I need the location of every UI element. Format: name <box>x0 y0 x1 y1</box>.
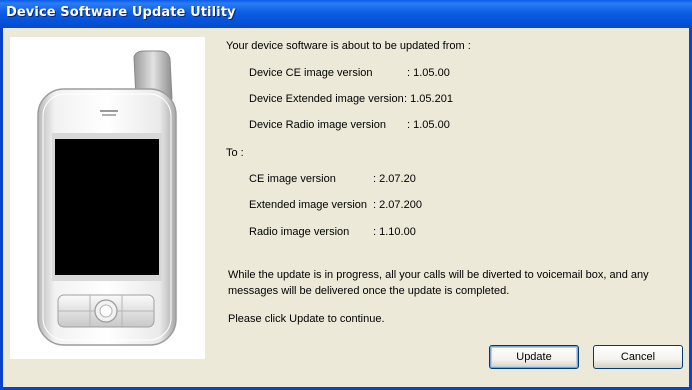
current-radio-label: Device Radio image version <box>249 119 386 131</box>
title-bar[interactable]: Device Software Update Utility <box>0 0 692 28</box>
new-radio-label: Radio image version <box>249 226 350 238</box>
new-extended-label: Extended image version <box>249 199 368 211</box>
current-extended-label: Device Extended image version <box>249 93 404 105</box>
current-ce-value: : 1.05.00 <box>407 67 450 79</box>
to-label: To : <box>226 147 244 159</box>
notice-line-2: messages will be delivered once the upda… <box>228 285 510 297</box>
continue-prompt: Please click Update to continue. <box>228 313 385 325</box>
new-extended-value: : 2.07.200 <box>373 199 422 211</box>
intro-text: Your device software is about to be upda… <box>226 40 471 52</box>
notice-line-1: While the update is in progress, all you… <box>228 269 649 281</box>
current-ce-label: Device CE image version <box>249 67 373 79</box>
window-title: Device Software Update Utility <box>6 5 236 20</box>
device-image-panel <box>10 37 205 359</box>
phone-keypad <box>57 294 155 328</box>
phone-image <box>37 50 177 346</box>
update-button[interactable]: Update <box>489 345 579 369</box>
current-extended-value: : 1.05.201 <box>404 93 453 105</box>
phone-screen <box>55 139 159 275</box>
cancel-button[interactable]: Cancel <box>593 345 683 369</box>
current-radio-value: : 1.05.00 <box>407 119 450 131</box>
new-radio-value: : 1.10.00 <box>373 226 416 238</box>
new-ce-label: CE image version <box>249 173 336 185</box>
update-utility-window: Device Software Update Utility Your devi… <box>0 0 692 390</box>
new-ce-value: : 2.07.20 <box>373 173 416 185</box>
